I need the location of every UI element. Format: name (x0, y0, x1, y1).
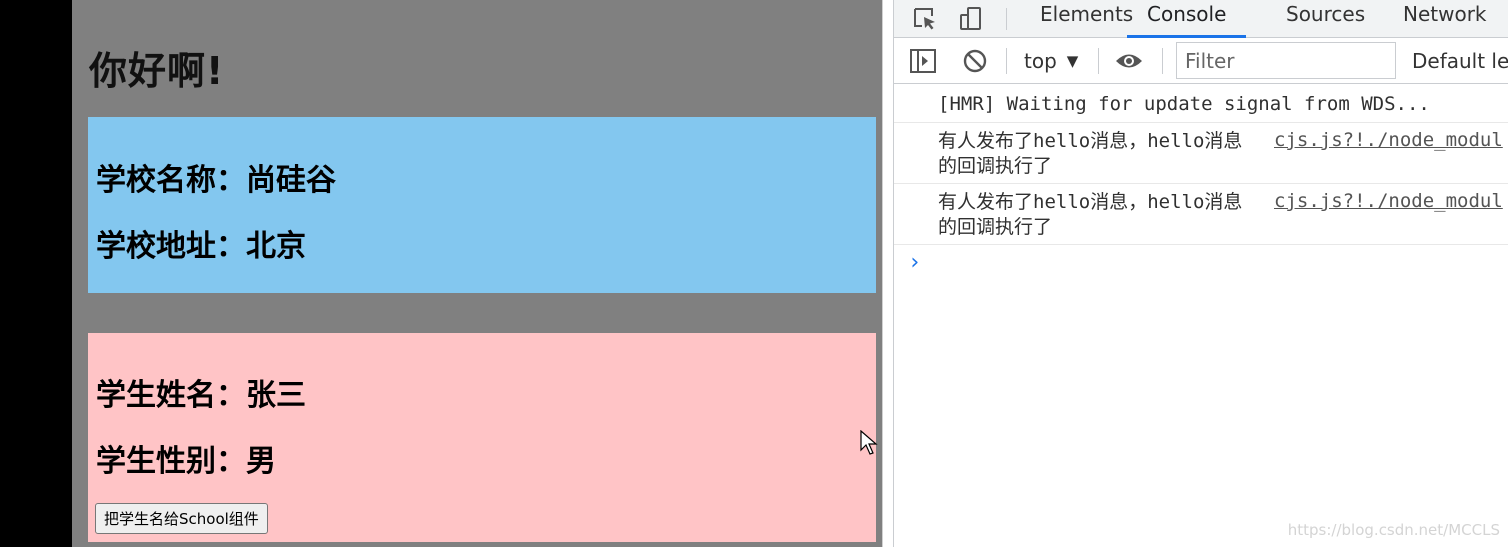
console-message-source-link[interactable]: cjs.js?!./node_modul (1274, 129, 1503, 151)
school-name: 学校名称：尚硅谷 (96, 163, 336, 198)
watermark: https://blog.csdn.net/MCCLS (1287, 521, 1500, 539)
context-selector-value: top (1024, 49, 1057, 73)
devtools-tabbar: Elements Console Sources Network (894, 0, 1508, 38)
console-message: 有人发布了hello消息，hello消息的回调执行了 cjs.js?!./nod… (894, 184, 1508, 245)
show-sidebar-icon[interactable] (906, 42, 940, 80)
app-page: 你好啊! 学校名称：尚硅谷 学校地址：北京 学生姓名：张三 学生性别：男 把学生… (72, 0, 882, 547)
tabbar-divider (1006, 8, 1007, 30)
context-selector[interactable]: top ▼ (1024, 38, 1078, 84)
chevron-down-icon: ▼ (1066, 52, 1079, 70)
device-toolbar-icon[interactable] (954, 0, 988, 38)
console-message-text: [HMR] Waiting for update signal from WDS… (938, 93, 1430, 115)
console-message-text: 有人发布了hello消息，hello消息的回调执行了 (938, 130, 1243, 177)
console-filter-input[interactable] (1176, 42, 1396, 79)
devtools-panel: Elements Console Sources Network top ▼ F… (893, 0, 1508, 547)
console-prompt[interactable]: › (908, 250, 921, 275)
school-component: 学校名称：尚硅谷 学校地址：北京 (88, 117, 876, 293)
student-component: 学生姓名：张三 学生性别：男 把学生名给School组件 (88, 333, 876, 542)
toolbar-divider (1006, 48, 1007, 74)
tab-console[interactable]: Console (1127, 0, 1247, 38)
tab-elements[interactable]: Elements (1040, 0, 1133, 38)
tab-sources[interactable]: Sources (1286, 0, 1365, 38)
console-messages: [HMR] Waiting for update signal from WDS… (894, 85, 1508, 245)
page-title: 你好啊! (89, 49, 225, 93)
console-message: [HMR] Waiting for update signal from WDS… (894, 85, 1508, 123)
student-gender: 学生性别：男 (96, 444, 276, 479)
student-name: 学生姓名：张三 (96, 378, 306, 413)
console-message: 有人发布了hello消息，hello消息的回调执行了 cjs.js?!./nod… (894, 123, 1508, 184)
clear-console-icon[interactable] (958, 42, 992, 80)
console-message-source-link[interactable]: cjs.js?!./node_modul (1274, 190, 1503, 212)
console-message-text: 有人发布了hello消息，hello消息的回调执行了 (938, 191, 1243, 238)
live-expression-icon[interactable] (1112, 42, 1146, 80)
send-student-name-button[interactable]: 把学生名给School组件 (95, 503, 268, 534)
toolbar-divider-2 (1098, 48, 1099, 74)
tab-network[interactable]: Network (1403, 0, 1487, 38)
school-address: 学校地址：北京 (96, 229, 306, 264)
log-levels-dropdown[interactable]: Default lev (1412, 38, 1508, 84)
inspect-element-icon[interactable] (908, 0, 942, 38)
devtools-resizer[interactable] (882, 0, 893, 547)
console-toolbar: top ▼ Default lev (894, 38, 1508, 84)
mouse-cursor-icon (860, 430, 878, 455)
toolbar-divider-3 (1162, 48, 1163, 74)
